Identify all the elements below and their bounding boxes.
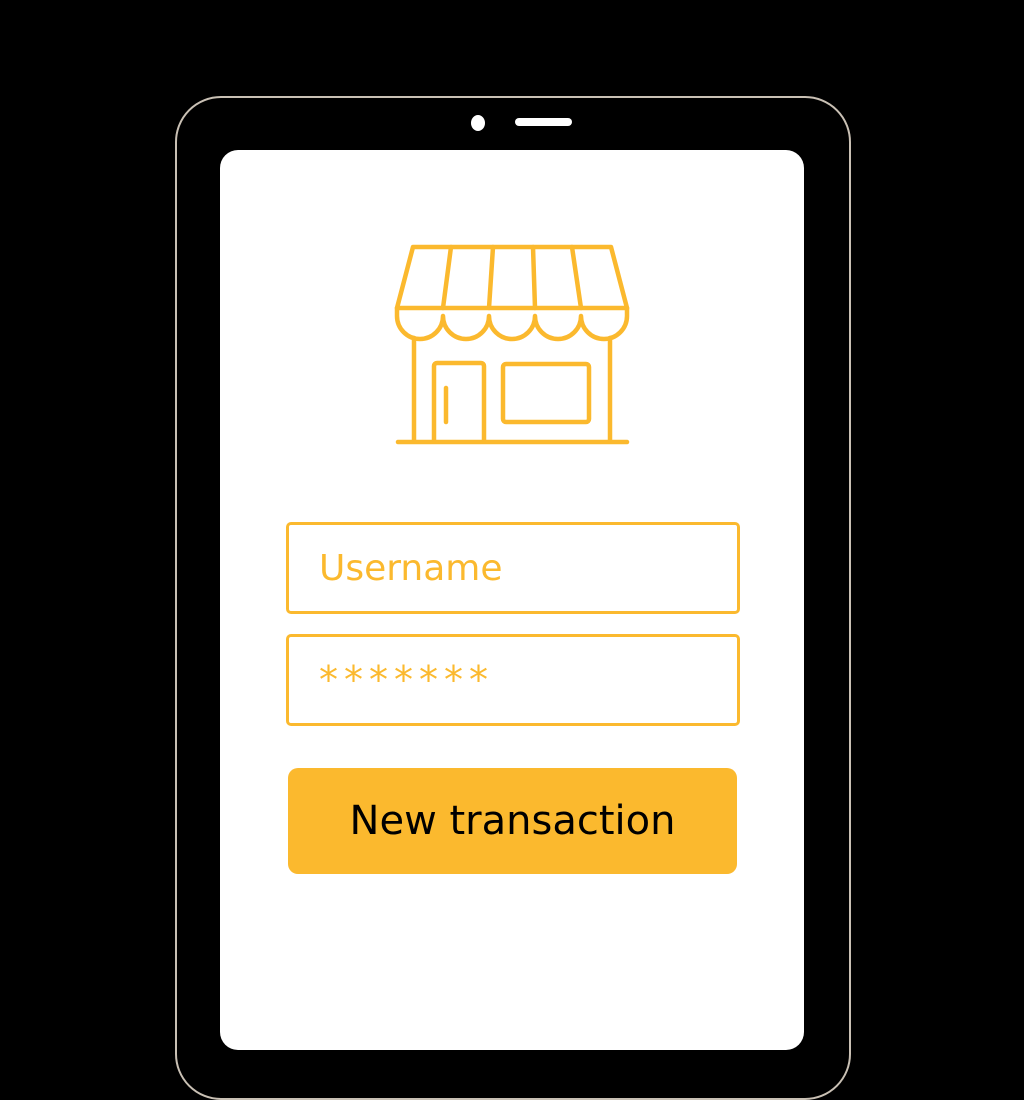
password-input[interactable]: *******	[286, 634, 740, 726]
storefront-icon	[394, 244, 630, 445]
username-input[interactable]: Username	[286, 522, 740, 614]
new-transaction-button[interactable]: New transaction	[288, 768, 737, 874]
username-placeholder: Username	[319, 547, 503, 589]
speaker-icon	[515, 118, 572, 126]
camera-icon	[471, 115, 485, 131]
password-value: *******	[319, 658, 494, 702]
